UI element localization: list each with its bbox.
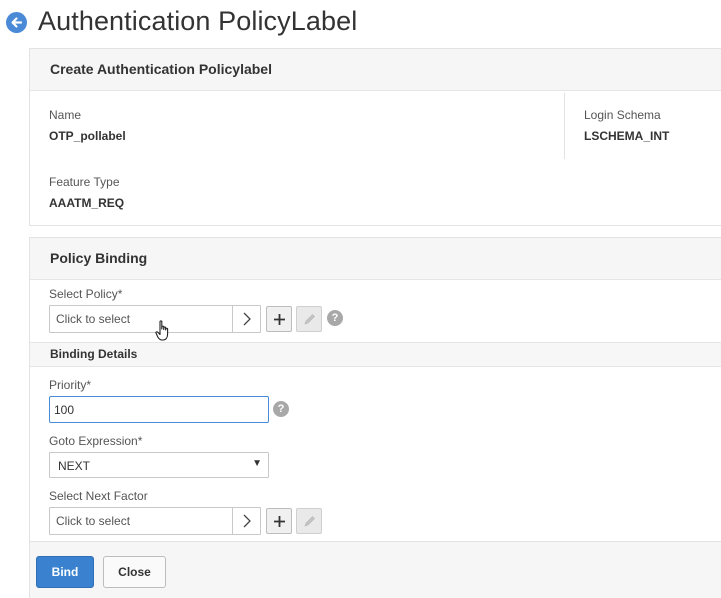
goto-expression-value: NEXT <box>58 459 91 473</box>
login-schema-value: LSCHEMA_INT <box>584 129 670 143</box>
page-title: Authentication PolicyLabel <box>38 6 358 36</box>
caret-down-icon: ▼ <box>252 458 262 469</box>
select-next-factor-placeholder: Click to select <box>56 514 131 528</box>
back-arrow-icon <box>11 17 23 28</box>
select-policy-arrow-button[interactable] <box>232 306 260 332</box>
policy-binding-heading: Policy Binding <box>30 238 721 280</box>
add-policy-button[interactable] <box>266 306 292 332</box>
create-policylabel-panel: Create Authentication Policylabel Name O… <box>29 48 721 226</box>
select-policy-label: Select Policy* <box>49 287 123 301</box>
page-header: Authentication PolicyLabel <box>0 0 721 44</box>
priority-help-icon[interactable]: ? <box>273 401 289 417</box>
pencil-icon <box>304 314 315 325</box>
goto-expression-label: Goto Expression* <box>49 434 143 448</box>
plus-icon <box>274 314 285 325</box>
name-label: Name <box>49 108 82 122</box>
feature-type-value: AAATM_REQ <box>49 196 125 210</box>
chevron-right-icon <box>243 312 251 326</box>
select-next-factor-label: Select Next Factor <box>49 489 148 503</box>
form-footer: Bind Close <box>30 541 721 598</box>
priority-label: Priority* <box>49 378 92 392</box>
bind-button[interactable]: Bind <box>36 556 94 588</box>
column-divider <box>564 93 565 159</box>
chevron-right-icon <box>243 514 251 528</box>
close-button[interactable]: Close <box>103 556 166 588</box>
edit-next-factor-button[interactable] <box>296 508 322 534</box>
hand-cursor-icon <box>155 320 169 341</box>
policy-binding-panel: Policy Binding Select Policy* Click to s… <box>29 237 721 598</box>
back-button[interactable] <box>6 12 27 33</box>
name-value: OTP_pollabel <box>49 129 126 143</box>
add-next-factor-button[interactable] <box>266 508 292 534</box>
select-policy-placeholder: Click to select <box>56 312 131 326</box>
select-next-factor-arrow-button[interactable] <box>232 508 260 534</box>
edit-policy-button[interactable] <box>296 306 322 332</box>
pencil-icon <box>304 516 315 527</box>
select-next-factor-field[interactable]: Click to select <box>49 507 261 535</box>
goto-expression-select[interactable]: NEXT ▼ <box>49 452 269 478</box>
plus-icon <box>274 516 285 527</box>
select-policy-help-icon[interactable]: ? <box>327 310 343 326</box>
binding-details-heading: Binding Details <box>30 342 721 367</box>
login-schema-label: Login Schema <box>584 108 661 122</box>
priority-input[interactable] <box>49 396 269 423</box>
create-panel-heading: Create Authentication Policylabel <box>30 49 721 91</box>
feature-type-label: Feature Type <box>49 175 120 189</box>
